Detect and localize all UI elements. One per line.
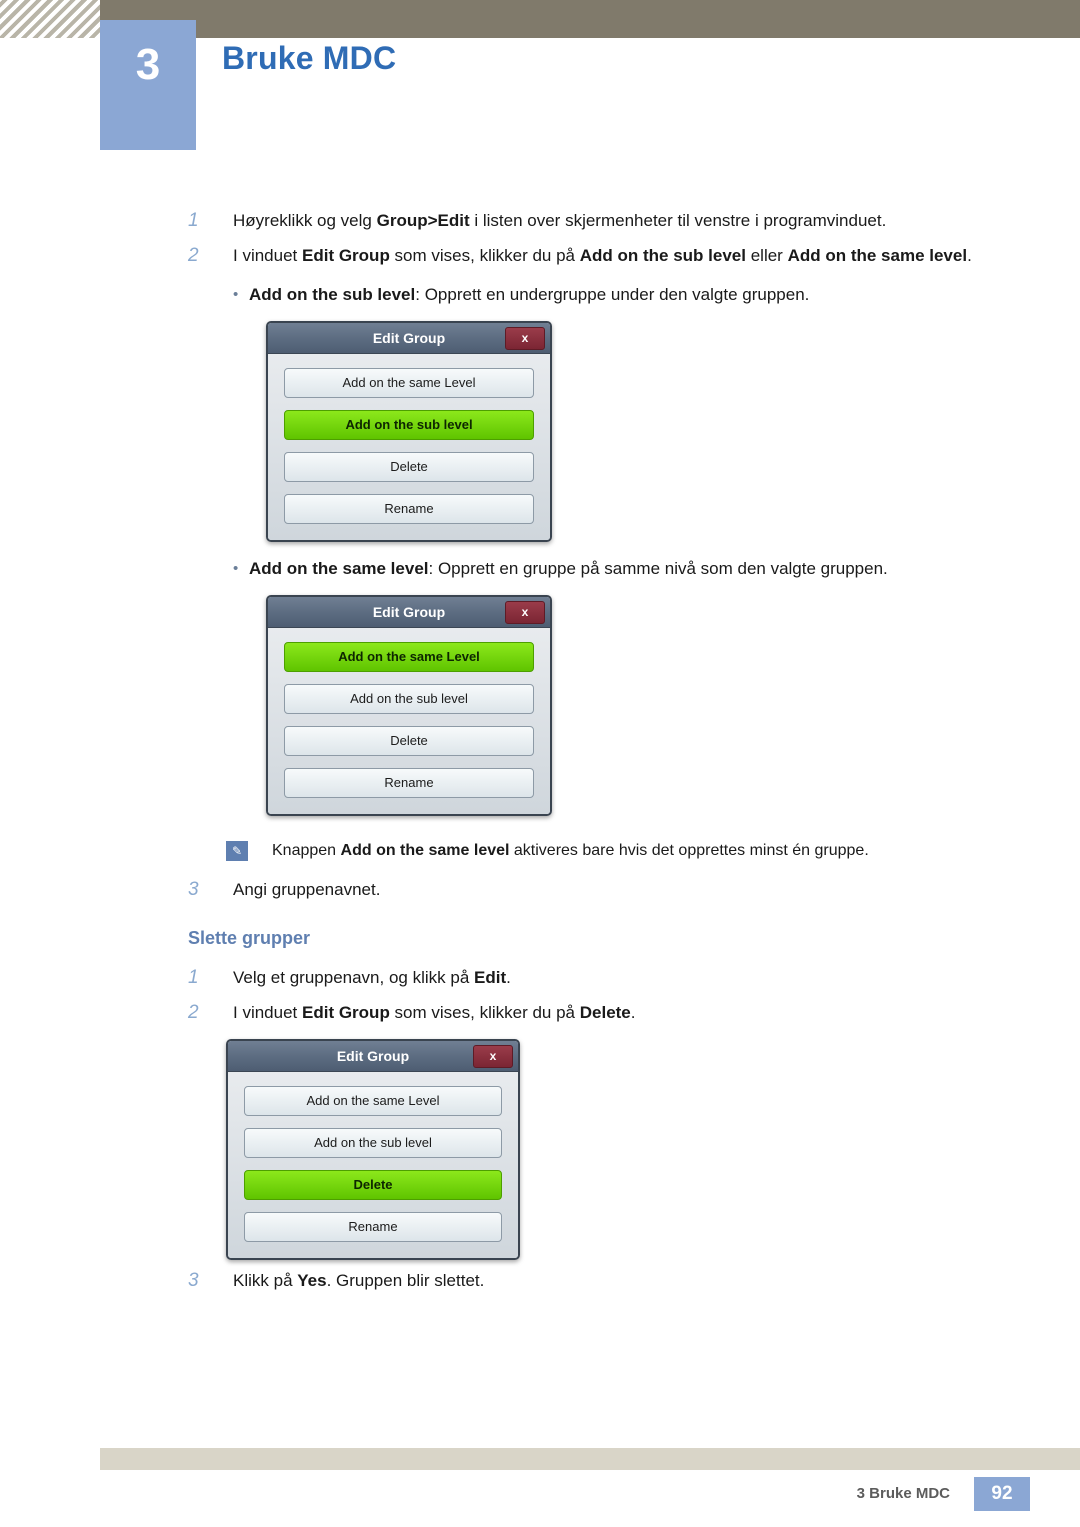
list-item: 2 I vinduet Edit Group som vises, klikke… [0, 245, 1080, 268]
note-text: Knappen Add on the same level aktiveres … [272, 841, 869, 859]
dialog-button-add-on-the-same-level[interactable]: Add on the same Level [284, 641, 534, 672]
step-number: 3 [188, 879, 199, 901]
screenshot-edit-group-same: Edit Group x Add on the same Level Add on… [0, 594, 1080, 816]
dialog-titlebar: Edit Group x [268, 322, 550, 354]
dialog-button-delete[interactable]: Delete [284, 725, 534, 756]
dialog-button-rename[interactable]: Rename [284, 767, 534, 798]
dialog-edit-group: Edit Group x Add on the same Level Add on… [226, 1039, 520, 1261]
list-item: • Add on the sub level: Opprett en under… [0, 284, 1080, 307]
section-heading-slette-grupper: Slette grupper [188, 928, 311, 949]
dialog-title-text: Edit Group [372, 329, 446, 346]
header-strip [100, 0, 1080, 38]
dialog-button-rename[interactable]: Rename [244, 1212, 502, 1243]
page-content: 1 Høyreklikk og velg Group>Edit i listen… [0, 210, 1080, 1305]
close-icon[interactable]: x [473, 1045, 513, 1069]
list-item: 3 Angi gruppenavnet. [0, 879, 1080, 902]
step-number: 2 [188, 244, 199, 266]
step-number: 1 [188, 967, 199, 989]
bullet-icon: • [233, 285, 239, 303]
dialog-body: Add on the same Level Add on the sub leve… [228, 1072, 518, 1259]
dialog-titlebar: Edit Group x [228, 1041, 518, 1073]
step-number: 1 [188, 210, 199, 231]
dialog-title-text: Edit Group [336, 1048, 410, 1065]
delete-step-text-3: Klikk på Yes. Gruppen blir slettet. [233, 1271, 485, 1291]
dialog-titlebar: Edit Group x [268, 596, 550, 628]
note-block: ✎ Knappen Add on the same level aktivere… [0, 840, 1080, 862]
footer-hatch [0, 1448, 100, 1470]
list-item: 1 Velg et gruppenavn, og klikk på Edit. [0, 967, 1080, 990]
dialog-button-add-on-the-sub-level[interactable]: Add on the sub level [284, 683, 534, 714]
dialog-button-add-on-the-sub-level[interactable]: Add on the sub level [244, 1128, 502, 1159]
dialog-title-text: Edit Group [372, 603, 446, 620]
delete-step-text-1: Velg et gruppenavn, og klikk på Edit. [233, 968, 511, 988]
dialog-button-add-on-the-sub-level[interactable]: Add on the sub level [284, 409, 534, 440]
list-item: 2 I vinduet Edit Group som vises, klikke… [0, 1002, 1080, 1025]
dialog-button-add-on-the-same-level[interactable]: Add on the same Level [244, 1086, 502, 1117]
page-title: Bruke MDC [222, 40, 397, 76]
step-text-2: I vinduet Edit Group som vises, klikker … [233, 245, 972, 265]
close-icon[interactable]: x [505, 600, 545, 624]
step-number: 3 [188, 1270, 199, 1292]
note-pencil-icon: ✎ [226, 840, 248, 861]
dialog-body: Add on the same Level Add on the sub leve… [268, 627, 550, 814]
close-icon[interactable]: x [505, 326, 545, 350]
dialog-button-add-on-the-same-level[interactable]: Add on the same Level [284, 367, 534, 398]
footer-chapter-label: 3 Bruke MDC [856, 1485, 950, 1502]
step-number: 2 [188, 1002, 199, 1024]
dialog-button-rename[interactable]: Rename [284, 493, 534, 524]
bullet-text-same-level: Add on the same level: Opprett en gruppe… [249, 558, 888, 578]
step-text-1: Høyreklikk og velg Group>Edit i listen o… [233, 211, 887, 230]
dialog-button-delete[interactable]: Delete [244, 1170, 502, 1201]
dialog-body: Add on the same Level Add on the sub leve… [268, 353, 550, 540]
delete-step-text-2: I vinduet Edit Group som vises, klikker … [233, 1003, 636, 1023]
dialog-edit-group: Edit Group x Add on the same Level Add on… [266, 594, 552, 816]
header-hatch-pattern [0, 0, 100, 38]
step-text-3: Angi gruppenavnet. [233, 880, 381, 900]
bullet-text-sub-level: Add on the sub level: Opprett en undergr… [249, 284, 810, 304]
list-item: 1 Høyreklikk og velg Group>Edit i listen… [0, 210, 1080, 233]
footer-page-number: 92 [974, 1477, 1030, 1511]
chapter-number-badge: 3 [100, 20, 196, 150]
footer-rule [100, 1448, 1080, 1470]
screenshot-edit-group-sub: Edit Group x Add on the same Level Add on… [0, 320, 1080, 542]
screenshot-edit-group-delete: Edit Group x Add on the same Level Add on… [0, 1039, 1080, 1261]
list-item: 3 Klikk på Yes. Gruppen blir slettet. [0, 1270, 1080, 1293]
dialog-edit-group: Edit Group x Add on the same Level Add on… [266, 320, 552, 542]
list-item: • Add on the same level: Opprett en grup… [0, 558, 1080, 581]
dialog-button-delete[interactable]: Delete [284, 451, 534, 482]
bullet-icon: • [233, 559, 239, 577]
